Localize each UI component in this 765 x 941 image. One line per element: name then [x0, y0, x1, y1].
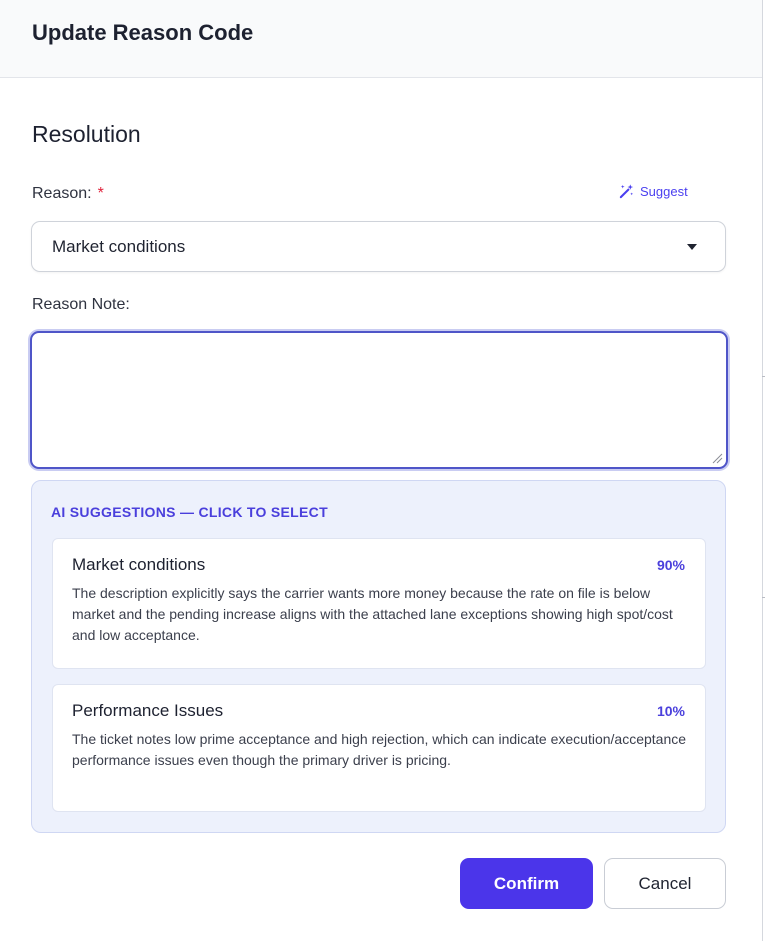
- ai-suggestions-panel: AI SUGGESTIONS — CLICK TO SELECT Market …: [31, 480, 726, 833]
- suggestion-confidence: 10%: [656, 703, 685, 719]
- suggestion-confidence: 90%: [656, 557, 685, 573]
- suggest-label: Suggest: [640, 184, 688, 199]
- reason-note-textarea[interactable]: [30, 331, 728, 469]
- ai-suggestions-heading: AI SUGGESTIONS — CLICK TO SELECT: [51, 504, 328, 520]
- suggestion-card-performance-issues[interactable]: Performance Issues 10% The ticket notes …: [52, 684, 706, 812]
- suggest-button[interactable]: Suggest: [618, 183, 688, 200]
- suggestion-title: Performance Issues: [72, 701, 224, 720]
- confirm-button[interactable]: Confirm: [460, 858, 593, 909]
- update-reason-code-dialog: Update Reason Code Resolution Reason: * S…: [0, 0, 763, 941]
- reason-select-value: Market conditions: [52, 237, 186, 256]
- suggestion-card-market-conditions[interactable]: Market conditions 90% The description ex…: [52, 538, 706, 669]
- dialog-title: Update Reason Code: [32, 20, 254, 45]
- cancel-button[interactable]: Cancel: [604, 858, 726, 909]
- reason-note-label: Reason Note:: [32, 296, 130, 313]
- suggestion-title: Market conditions: [72, 555, 206, 574]
- required-indicator: *: [97, 185, 104, 202]
- section-title: Resolution: [32, 121, 141, 147]
- dialog-header: Update Reason Code: [0, 0, 762, 78]
- suggestion-description: The description explicitly says the carr…: [72, 585, 673, 643]
- magic-wand-icon: [619, 184, 634, 199]
- reason-label-text: Reason:: [32, 185, 92, 202]
- reason-label: Reason: *: [32, 185, 104, 203]
- suggestion-description: The ticket notes low prime acceptance an…: [72, 731, 687, 768]
- reason-select[interactable]: Market conditions: [31, 221, 726, 272]
- resize-grip-icon[interactable]: [711, 452, 723, 464]
- caret-down-icon: [687, 244, 697, 250]
